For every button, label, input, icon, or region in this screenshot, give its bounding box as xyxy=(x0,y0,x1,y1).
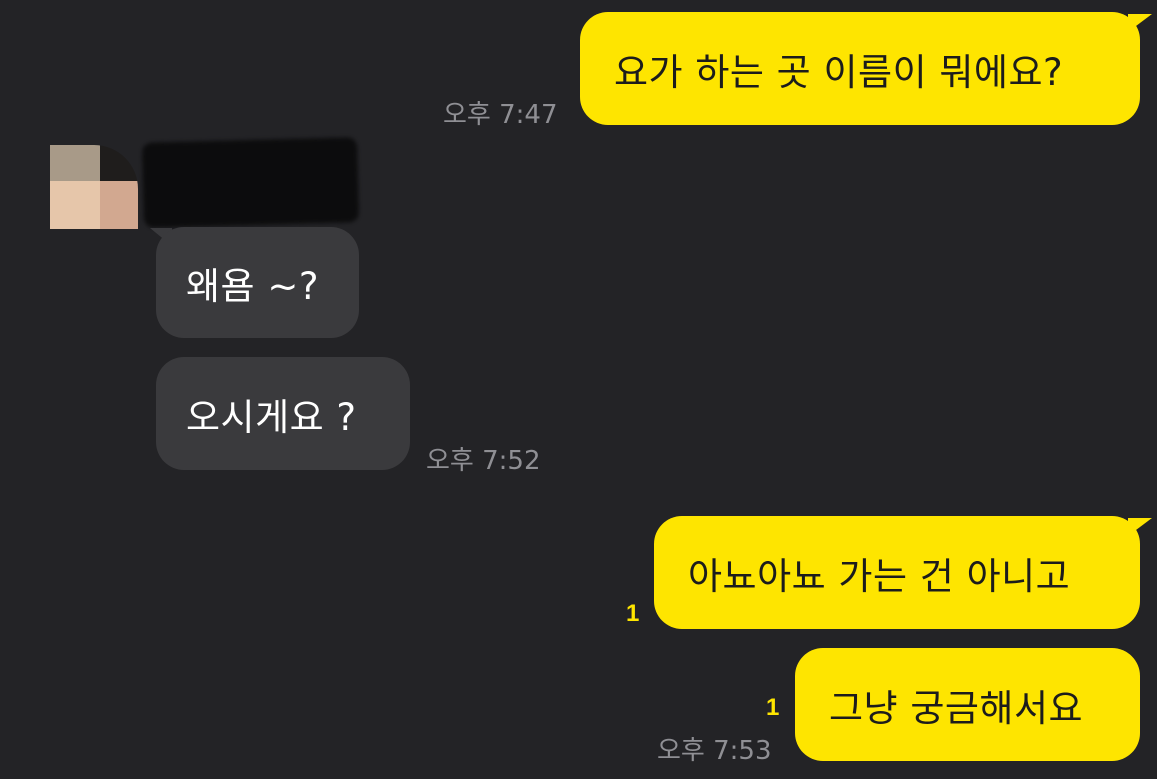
avatar-pixel xyxy=(50,181,100,229)
unread-count: 1 xyxy=(626,600,640,627)
message-text: 그냥 궁금해서요 xyxy=(829,686,1084,730)
bubble-tail xyxy=(1128,14,1152,32)
message-text: 요가 하는 곳 이름이 뭐에요? xyxy=(614,50,1064,94)
avatar-pixel xyxy=(100,181,138,229)
message-text: 왜욤 ~? xyxy=(186,264,319,308)
avatar-pixel xyxy=(50,229,138,255)
message-time: 오후 7:53 xyxy=(657,736,772,766)
message-time: 오후 7:47 xyxy=(443,100,558,130)
avatar-pixel xyxy=(50,145,100,181)
my-message-bubble[interactable]: 아뇨아뇨 가는 건 아니고 xyxy=(654,516,1140,629)
bubble-tail xyxy=(1128,518,1152,536)
message-text: 오시게요 ? xyxy=(186,395,357,439)
profile-avatar[interactable] xyxy=(50,145,138,255)
sender-name-redacted xyxy=(141,137,360,228)
message-text: 아뇨아뇨 가는 건 아니고 xyxy=(688,554,1071,598)
my-message-bubble[interactable]: 그냥 궁금해서요 xyxy=(795,648,1140,761)
their-message-bubble[interactable]: 오시게요 ? xyxy=(156,357,410,470)
their-message-bubble[interactable]: 왜욤 ~? xyxy=(156,227,359,338)
unread-count: 1 xyxy=(766,694,780,721)
my-message-bubble[interactable]: 요가 하는 곳 이름이 뭐에요? xyxy=(580,12,1140,125)
message-time: 오후 7:52 xyxy=(426,446,541,476)
avatar-pixel xyxy=(100,145,138,181)
